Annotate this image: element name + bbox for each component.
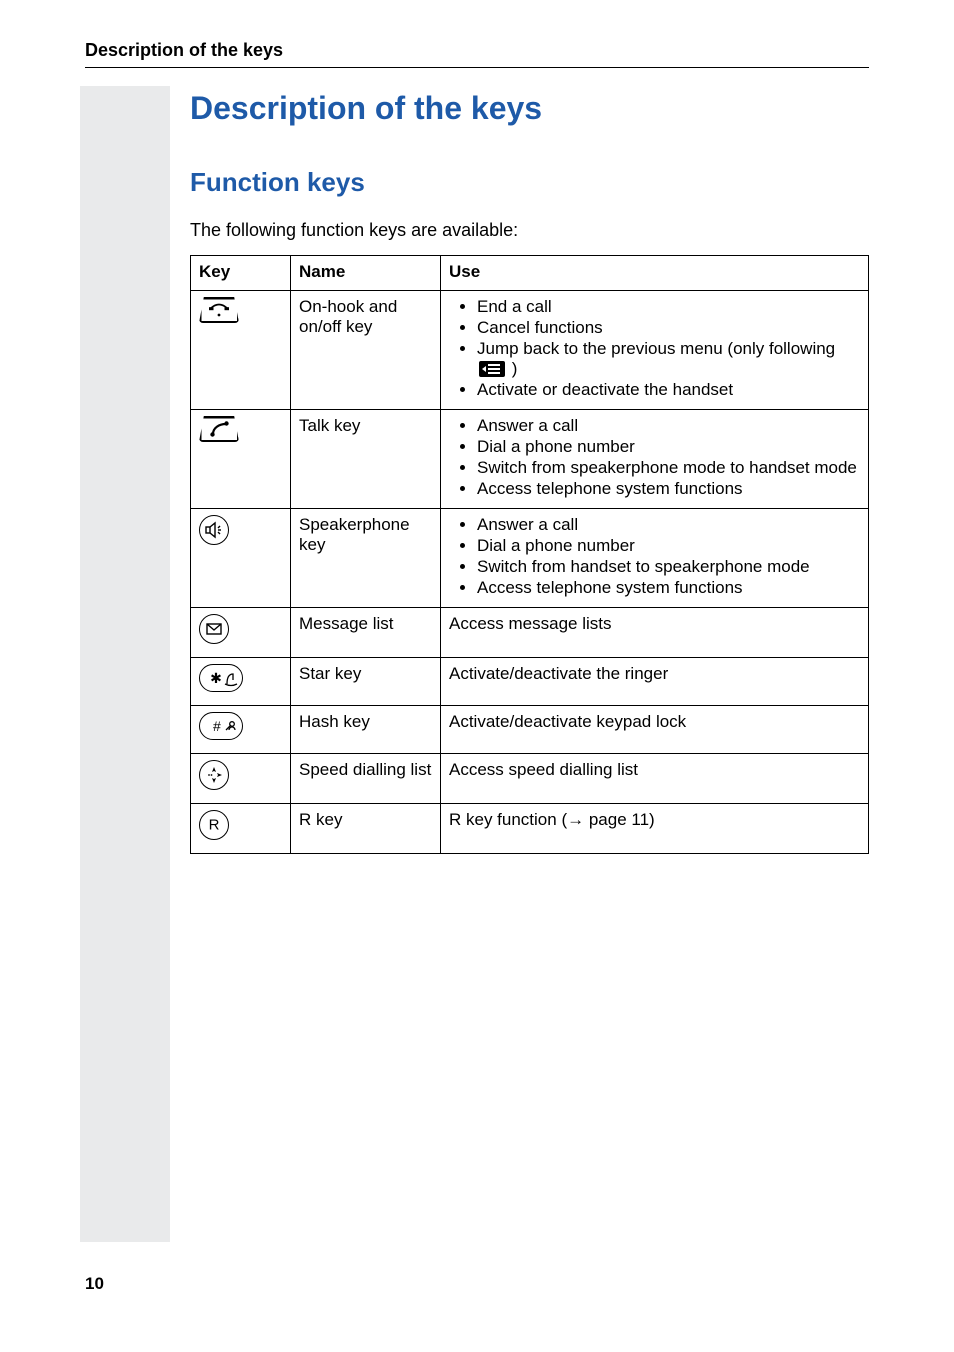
keys-table: Key Name Use On-hook and on/off keyEnd a… [190, 255, 869, 854]
page-title: Description of the keys [190, 90, 869, 127]
table-row: # Hash keyActivate/deactivate keypad loc… [191, 706, 869, 754]
col-key: Key [191, 256, 291, 291]
use-text: Jump back to the previous menu (only fol… [477, 339, 835, 358]
use-item: End a call [477, 297, 860, 317]
table-row: ✱ Star keyActivate/deactivate the ringer [191, 658, 869, 706]
key-cell [191, 754, 291, 804]
table-row: On-hook and on/off keyEnd a callCancel f… [191, 291, 869, 410]
name-cell: Talk key [291, 410, 441, 509]
use-list: Answer a callDial a phone numberSwitch f… [449, 416, 860, 499]
use-cell: Access message lists [441, 608, 869, 658]
name-cell: Speakerphone key [291, 509, 441, 608]
name-cell: Message list [291, 608, 441, 658]
use-item: Activate or deactivate the handset [477, 380, 860, 400]
use-item: Access telephone system functions [477, 578, 860, 598]
use-cell: R key function (→ page 11) [441, 804, 869, 854]
on-hook-icon [199, 297, 239, 323]
use-list: Answer a callDial a phone numberSwitch f… [449, 515, 860, 598]
use-item: Dial a phone number [477, 437, 860, 457]
hash-icon: # [199, 712, 243, 740]
star-icon: ✱ [199, 664, 243, 692]
name-cell: R key [291, 804, 441, 854]
section-heading: Function keys [190, 167, 869, 198]
use-list: End a callCancel functionsJump back to t… [449, 297, 860, 400]
use-item: Cancel functions [477, 318, 860, 338]
key-cell [191, 410, 291, 509]
running-header: Description of the keys [85, 40, 869, 68]
table-row: Speakerphone keyAnswer a callDial a phon… [191, 509, 869, 608]
table-row: R R key R key function (→ page 11) [191, 804, 869, 854]
use-cell: Access speed dialling list [441, 754, 869, 804]
use-cell: Answer a callDial a phone numberSwitch f… [441, 410, 869, 509]
name-cell: Speed dialling list [291, 754, 441, 804]
r-key-icon: R [199, 810, 229, 840]
key-cell [191, 509, 291, 608]
use-cell: Activate/deactivate the ringer [441, 658, 869, 706]
use-item: Answer a call [477, 515, 860, 535]
use-item: Switch from speakerphone mode to handset… [477, 458, 860, 478]
menu-icon [479, 361, 505, 377]
key-cell: ✱ [191, 658, 291, 706]
name-cell: Hash key [291, 706, 441, 754]
key-cell: R [191, 804, 291, 854]
page-number: 10 [85, 1274, 104, 1294]
message-icon [199, 614, 229, 644]
talk-icon [199, 416, 239, 442]
table-row: Talk keyAnswer a callDial a phone number… [191, 410, 869, 509]
content-area: Description of the keys Function keys Th… [190, 90, 869, 854]
key-cell [191, 291, 291, 410]
page-ref: 11 [631, 810, 649, 829]
table-row: Speed dialling listAccess speed dialling… [191, 754, 869, 804]
col-name: Name [291, 256, 441, 291]
manual-page: Description of the keys Description of t… [0, 0, 954, 1352]
use-item: Answer a call [477, 416, 860, 436]
use-text: ) [507, 359, 517, 378]
use-cell: Activate/deactivate keypad lock [441, 706, 869, 754]
speaker-icon [199, 515, 229, 545]
side-stripe [80, 86, 170, 1242]
table-row: Message listAccess message lists [191, 608, 869, 658]
col-use: Use [441, 256, 869, 291]
use-text: R key function (→ page 11) [449, 810, 655, 829]
use-item: Access telephone system functions [477, 479, 860, 499]
intro-text: The following function keys are availabl… [190, 220, 869, 241]
use-cell: End a callCancel functionsJump back to t… [441, 291, 869, 410]
arrow-icon: → [567, 810, 584, 829]
speed-dial-icon [199, 760, 229, 790]
use-cell: Answer a callDial a phone numberSwitch f… [441, 509, 869, 608]
key-cell: # [191, 706, 291, 754]
use-item: Jump back to the previous menu (only fol… [477, 339, 860, 379]
name-cell: On-hook and on/off key [291, 291, 441, 410]
svg-text:#: # [213, 718, 221, 734]
use-item: Switch from handset to speakerphone mode [477, 557, 860, 577]
name-cell: Star key [291, 658, 441, 706]
key-cell [191, 608, 291, 658]
table-header-row: Key Name Use [191, 256, 869, 291]
use-item: Dial a phone number [477, 536, 860, 556]
